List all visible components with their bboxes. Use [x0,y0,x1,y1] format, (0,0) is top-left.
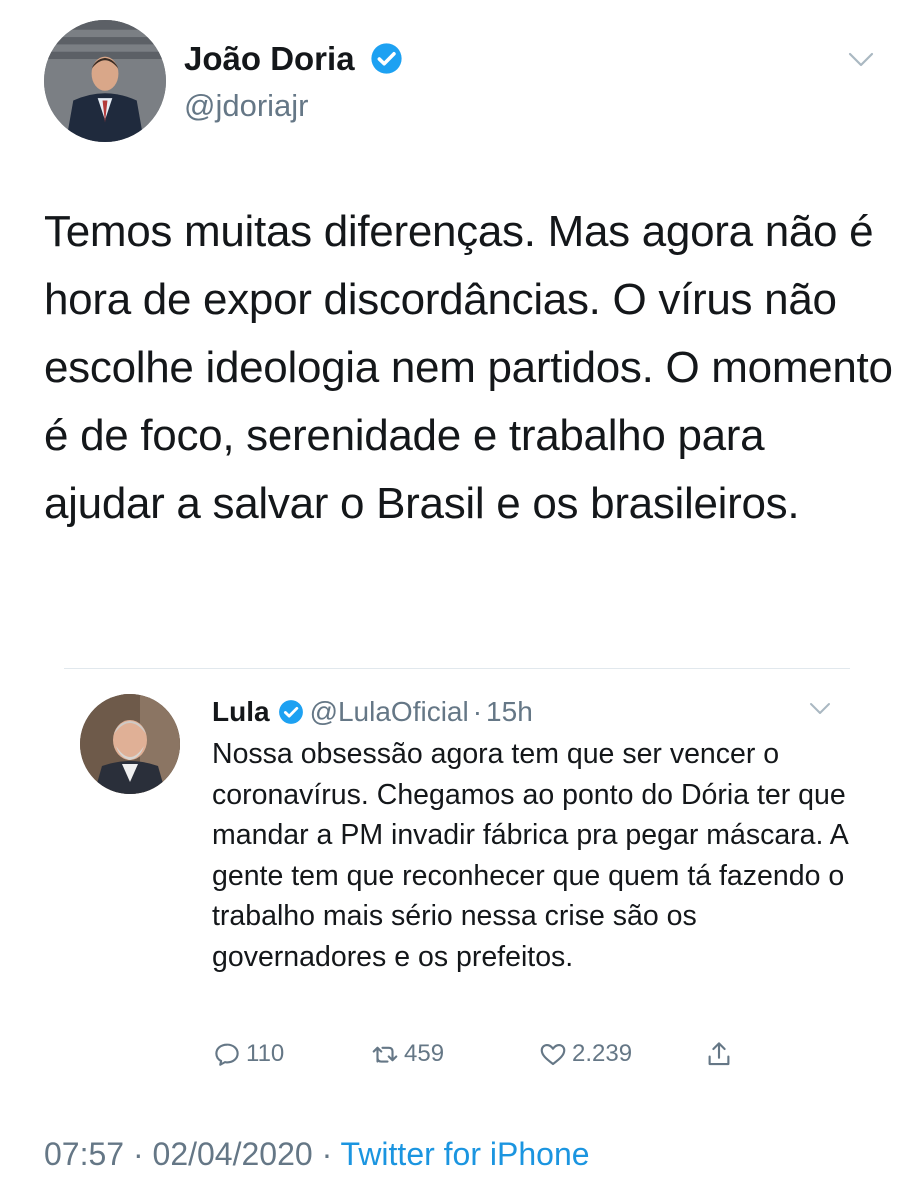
verified-badge-icon [371,43,402,74]
quoted-separator: · [472,696,483,727]
author-avatar[interactable] [44,20,166,142]
chevron-down-icon[interactable] [806,700,834,718]
quoted-timestamp[interactable]: 15h [486,696,533,728]
quote-divider [64,668,850,669]
retweet-button[interactable]: 459 [370,1036,444,1072]
quoted-author-handle[interactable]: @LulaOficial [310,696,469,728]
reply-icon [215,1043,239,1066]
reply-button[interactable]: 110 [212,1036,284,1072]
quoted-author-avatar[interactable] [80,694,180,794]
tweet-text: Temos muitas diferenças. Mas agora não é… [44,207,893,528]
tweet-meta: 07:57 · 02/04/2020 · Twitter for iPhone [44,1136,590,1173]
tweet-date[interactable]: 02/04/2020 [153,1136,313,1172]
author-handle[interactable]: @jdoriajr [184,88,309,124]
share-icon [708,1042,730,1066]
heart-icon [540,1043,566,1066]
author-name[interactable]: João Doria [184,40,355,78]
tweet-source-link[interactable]: Twitter for iPhone [341,1136,590,1172]
quoted-tweet-header: Lula @LulaOficial · 15h [212,692,533,732]
quoted-action-bar: 110 459 2.239 [212,1036,752,1072]
like-button[interactable]: 2.239 [538,1036,632,1072]
meta-separator: · [132,1136,144,1172]
retweet-count: 459 [404,1040,445,1067]
author-photo [44,20,166,142]
tweet-time[interactable]: 07:57 [44,1136,124,1172]
verified-badge-icon [278,700,303,724]
like-count: 2.239 [572,1040,633,1067]
retweet-icon [372,1046,398,1063]
chevron-down-icon[interactable] [845,50,877,70]
quoted-author-photo [80,694,180,794]
quoted-tweet-text: Nossa obsessão agora tem que ser vencer … [212,738,848,973]
quoted-author-name[interactable]: Lula [212,696,270,728]
meta-separator: · [321,1136,333,1172]
share-button[interactable] [704,1036,738,1072]
reply-count: 110 [246,1040,285,1067]
